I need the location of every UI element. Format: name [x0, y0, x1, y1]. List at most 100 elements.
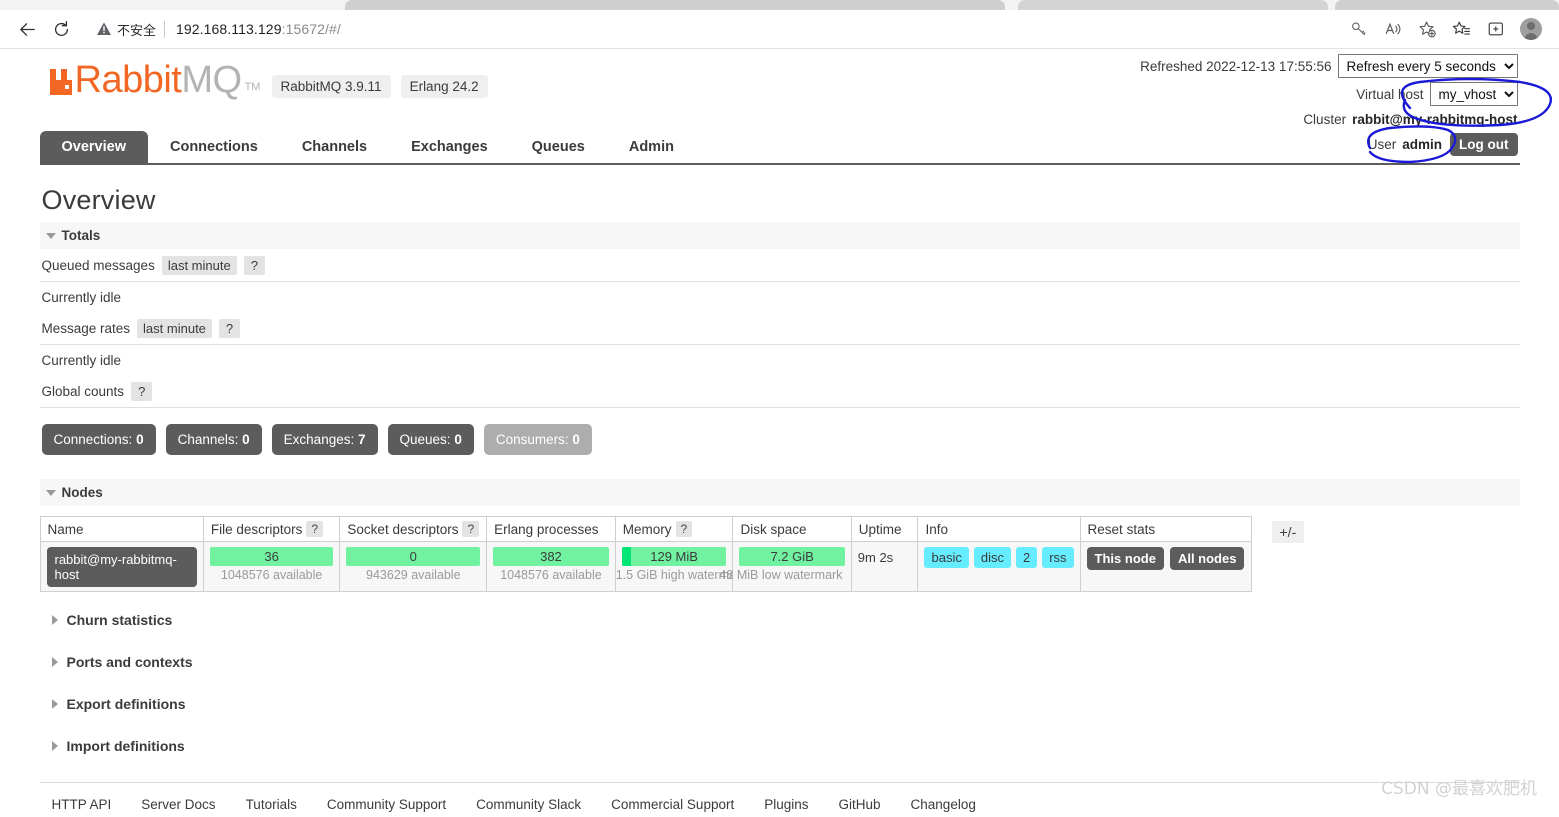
reset-all-nodes-button[interactable]: All nodes [1169, 547, 1245, 570]
cell-node-name: rabbit@my-rabbitmq-host [39, 541, 204, 592]
global-counts-help-icon[interactable]: ? [131, 382, 153, 401]
cell-memory: 129 MiB 1.5 GiB high watermark [614, 541, 746, 592]
tab-connections[interactable]: Connections [148, 131, 280, 163]
memory-help-icon[interactable]: ? [675, 521, 693, 537]
back-arrow-icon [19, 22, 35, 36]
rabbitmq-logo[interactable]: RabbitMQ TM [48, 61, 260, 99]
count-consumers-value: 0 [572, 432, 580, 447]
key-icon[interactable] [1343, 14, 1375, 44]
footer-link-commercial-support[interactable]: Commercial Support [611, 797, 734, 812]
toolbar-actions [1343, 14, 1549, 44]
version-badges: RabbitMQ 3.9.11 Erlang 24.2 [271, 75, 488, 98]
node-name-badge[interactable]: rabbit@my-rabbitmq-host [46, 547, 197, 587]
footer-link-community-slack[interactable]: Community Slack [476, 797, 581, 812]
info-badge-basic[interactable]: basic [924, 547, 969, 568]
tab-channels[interactable]: Channels [280, 131, 389, 163]
favorites-icon[interactable] [1445, 14, 1477, 44]
col-info[interactable]: Info [917, 516, 1081, 542]
app-header: RabbitMQ TM RabbitMQ 3.9.11 Erlang 24.2 … [40, 49, 1520, 156]
browser-tab[interactable] [1018, 0, 1328, 10]
add-favorite-icon[interactable] [1411, 14, 1443, 44]
section-totals[interactable]: Totals [39, 222, 1520, 249]
cell-socket-descriptors: 0 943629 available [339, 541, 488, 592]
count-channels[interactable]: Channels: 0 [165, 424, 262, 455]
info-badge-count[interactable]: 2 [1015, 547, 1038, 568]
reload-button[interactable] [44, 14, 78, 44]
read-aloud-icon[interactable] [1377, 14, 1409, 44]
socket-descriptors-help-icon[interactable]: ? [462, 521, 480, 537]
info-badge-rss[interactable]: rss [1042, 547, 1074, 568]
footer-link-tutorials[interactable]: Tutorials [246, 797, 297, 812]
message-rates-period-chip[interactable]: last minute [137, 319, 212, 338]
reset-this-node-button[interactable]: This node [1086, 547, 1164, 570]
message-rates-help-icon[interactable]: ? [218, 319, 241, 338]
footer-link-plugins[interactable]: Plugins [764, 797, 808, 812]
count-exchanges[interactable]: Exchanges: 7 [271, 424, 378, 455]
message-rates-row: Message rates last minute ? [39, 312, 1520, 345]
footer-link-server-docs[interactable]: Server Docs [141, 797, 215, 812]
message-rates-label: Message rates [41, 321, 131, 336]
queued-messages-period-chip[interactable]: last minute [161, 256, 237, 275]
col-file-descriptors[interactable]: File descriptors? [202, 516, 341, 542]
count-queues-label: Queues: [399, 432, 451, 447]
collections-icon[interactable] [1479, 14, 1511, 44]
browser-toolbar: 不安全 192.168.113.129:15672/#/ [0, 10, 1559, 48]
tab-admin[interactable]: Admin [607, 131, 696, 163]
back-button[interactable] [10, 14, 44, 44]
count-queues[interactable]: Queues: 0 [387, 424, 474, 455]
address-bar[interactable]: 不安全 192.168.113.129:15672/#/ [84, 15, 1335, 43]
section-export-definitions[interactable]: Export definitions [40, 690, 1520, 718]
vhost-select[interactable]: my_vhost [1429, 82, 1518, 106]
tab-exchanges[interactable]: Exchanges [389, 131, 510, 163]
browser-tab[interactable] [345, 0, 1005, 10]
refresh-interval-select[interactable]: Refresh every 5 seconds [1337, 54, 1518, 78]
logo-mq: MQ [181, 59, 242, 101]
section-import-definitions[interactable]: Import definitions [40, 732, 1520, 760]
global-counts-badges: Connections: 0 Channels: 0 Exchanges: 7 … [41, 424, 1520, 455]
socket-descriptors-bar: 0 [346, 547, 481, 566]
profile-avatar-button[interactable] [1513, 14, 1549, 44]
section-churn-statistics[interactable]: Churn statistics [40, 606, 1520, 634]
nodes-table: Name File descriptors? Socket descriptor… [39, 516, 1252, 592]
section-nodes[interactable]: Nodes [39, 479, 1520, 506]
footer-links: HTTP API Server Docs Tutorials Community… [39, 782, 1520, 812]
disk-space-bar: 7.2 GiB [739, 547, 845, 566]
count-connections[interactable]: Connections: 0 [41, 424, 156, 455]
tab-overview[interactable]: Overview [39, 131, 148, 163]
col-uptime[interactable]: Uptime [850, 516, 919, 542]
footer-link-http-api[interactable]: HTTP API [52, 797, 112, 812]
section-ports-and-contexts[interactable]: Ports and contexts [40, 648, 1520, 676]
tab-queues[interactable]: Queues [510, 131, 607, 163]
footer-link-changelog[interactable]: Changelog [911, 797, 976, 812]
rabbitmq-logo-icon [49, 69, 72, 95]
col-socket-descriptors[interactable]: Socket descriptors? [339, 516, 488, 542]
reload-icon [54, 20, 68, 36]
queued-messages-row: Queued messages last minute ? [39, 249, 1520, 282]
queued-messages-help-icon[interactable]: ? [243, 256, 265, 275]
omnibox-divider [164, 20, 166, 38]
cell-uptime: 9m 2s [850, 541, 919, 592]
expand-columns-button[interactable]: +/- [1271, 521, 1305, 543]
file-descriptors-help-icon[interactable]: ? [306, 521, 324, 537]
browser-tab[interactable] [1335, 0, 1559, 10]
count-consumers-label: Consumers: [495, 432, 569, 447]
col-memory[interactable]: Memory? [614, 516, 734, 542]
refresh-row: Refreshed 2022-12-13 17:55:56 Refresh ev… [1140, 53, 1518, 79]
col-name[interactable]: Name [39, 516, 204, 542]
col-erlang-processes[interactable]: Erlang processes [486, 516, 616, 542]
count-queues-value: 0 [454, 432, 462, 447]
vhost-row: Virtual host my_vhost [1140, 81, 1518, 107]
refreshed-label: Refreshed 2022-12-13 17:55:56 [1140, 58, 1332, 74]
col-file-descriptors-label: File descriptors [210, 522, 303, 537]
col-reset-stats[interactable]: Reset stats [1079, 516, 1252, 542]
count-consumers[interactable]: Consumers: 0 [483, 424, 592, 455]
col-disk-space[interactable]: Disk space [732, 516, 852, 542]
uptime-value: 9m 2s [857, 550, 894, 565]
info-badge-disc[interactable]: disc [973, 547, 1011, 568]
nodes-table-body: rabbit@my-rabbitmq-host 36 1048576 avail… [39, 541, 1252, 592]
page-wrap: RabbitMQ TM RabbitMQ 3.9.11 Erlang 24.2 … [39, 49, 1520, 812]
count-exchanges-value: 7 [357, 432, 366, 447]
footer-link-community-support[interactable]: Community Support [327, 797, 446, 812]
browser-tab-strip[interactable] [0, 0, 1559, 10]
footer-link-github[interactable]: GitHub [839, 797, 881, 812]
